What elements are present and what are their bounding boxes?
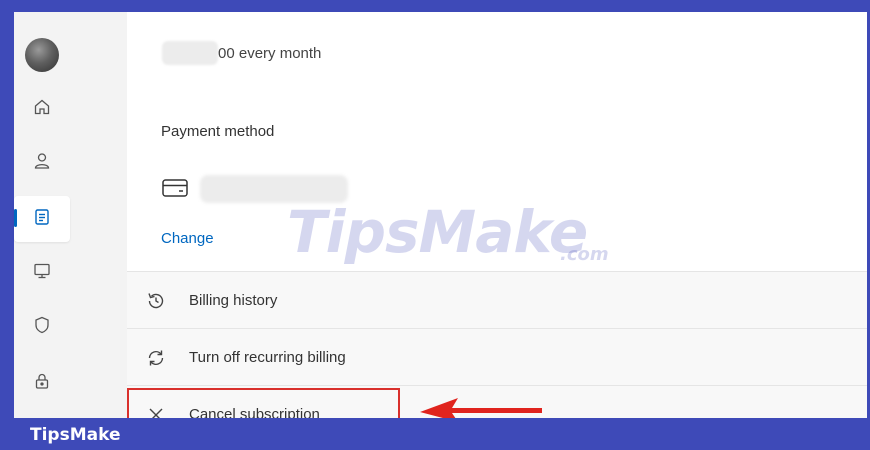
refresh-icon	[145, 347, 167, 369]
amount-text: 00 every month	[218, 45, 322, 62]
active-indicator	[14, 209, 17, 227]
lock-icon	[32, 371, 52, 396]
sidebar-item-security[interactable]	[14, 304, 70, 350]
watermark-suffix: .com	[560, 244, 609, 265]
sidebar-item-subscriptions[interactable]	[14, 196, 70, 242]
person-icon	[32, 151, 52, 176]
watermark: TipsMake	[287, 198, 588, 266]
sidebar-item-account[interactable]	[14, 140, 70, 186]
frame-bottom-bar	[0, 418, 870, 450]
highlight-box	[127, 388, 400, 420]
monitor-icon	[32, 261, 52, 286]
turn-off-recurring-label: Turn off recurring billing	[189, 349, 346, 366]
amount-redacted	[162, 41, 218, 65]
billing-history-row[interactable]: Billing history	[127, 271, 867, 328]
avatar[interactable]	[25, 38, 59, 72]
sidebar-item-home[interactable]	[14, 86, 70, 132]
billing-history-label: Billing history	[189, 292, 278, 309]
shield-icon	[32, 315, 52, 340]
credit-card-icon	[161, 178, 189, 198]
sidebar-item-devices[interactable]	[14, 250, 70, 296]
home-icon	[32, 97, 52, 122]
receipt-icon	[32, 207, 52, 232]
sidebar-item-privacy[interactable]	[14, 360, 70, 406]
frame-top-border	[0, 0, 870, 12]
history-icon	[145, 290, 167, 312]
frame-left-border	[0, 0, 14, 450]
payment-method-label: Payment method	[161, 123, 275, 140]
turn-off-recurring-row[interactable]: Turn off recurring billing	[127, 328, 867, 385]
footer-brand: TipsMake	[30, 425, 121, 445]
change-payment-link[interactable]: Change	[161, 230, 214, 247]
